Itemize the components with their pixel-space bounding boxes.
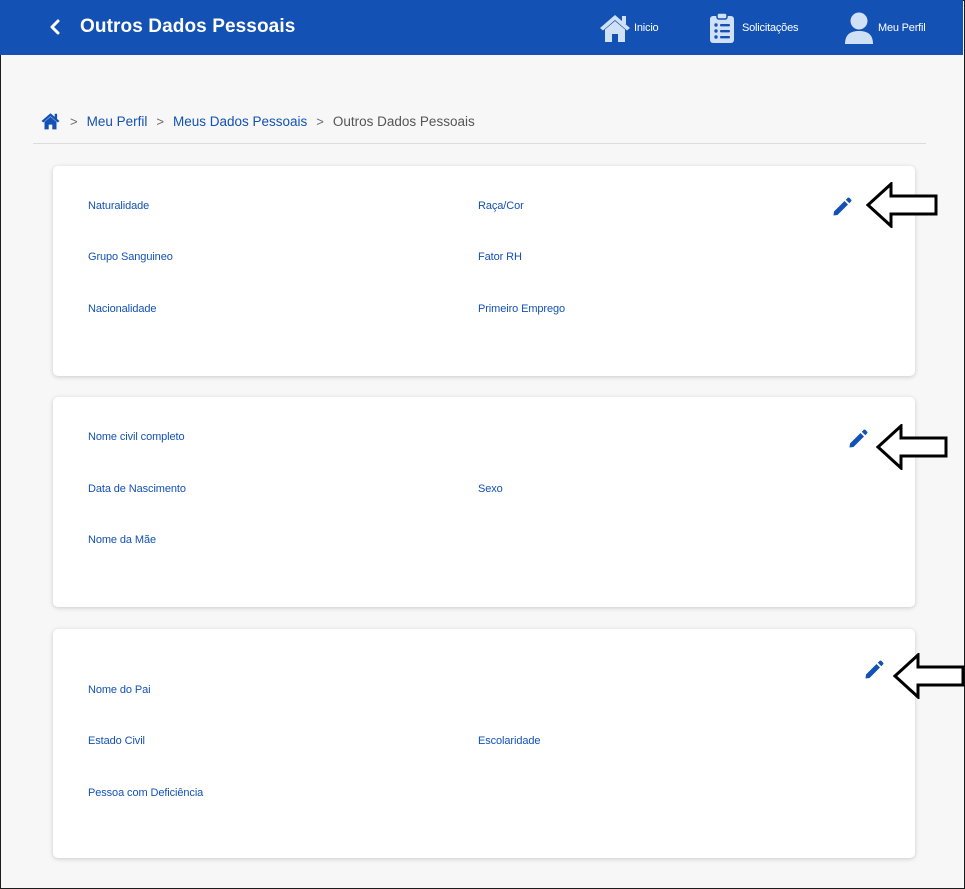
arrow-left-outline-icon: [893, 653, 965, 699]
breadcrumb-divider: [33, 143, 926, 144]
nav-requests[interactable]: Solicitações: [708, 8, 798, 48]
edit-button[interactable]: [863, 659, 885, 681]
edit-button[interactable]: [847, 428, 869, 450]
nav-requests-label: Solicitações: [742, 22, 799, 34]
breadcrumb-link-meu-perfil[interactable]: Meu Perfil: [87, 114, 148, 129]
field-primeiro-emprego: Primeiro Emprego: [478, 303, 566, 315]
nav-home[interactable]: Inicio: [598, 8, 659, 48]
card-naturalidade: Naturalidade Raça/Cor Grupo Sanguineo Fa…: [53, 166, 915, 376]
nav-profile[interactable]: Meu Perfil: [843, 8, 926, 48]
user-icon: [845, 12, 873, 44]
card-nome-civil: Nome civil completo Data de Nascimento S…: [53, 397, 915, 607]
back-button[interactable]: [42, 14, 68, 40]
field-estado-civil: Estado Civil: [88, 735, 145, 747]
field-nacionalidade: Nacionalidade: [88, 303, 157, 315]
chevron-left-icon: [50, 19, 60, 35]
field-nome-mae: Nome da Mãe: [88, 534, 156, 546]
field-fator-rh: Fator RH: [478, 251, 522, 263]
nav-profile-label: Meu Perfil: [878, 22, 926, 34]
breadcrumb-home[interactable]: [40, 112, 61, 130]
field-data-nascimento: Data de Nascimento: [88, 483, 186, 495]
pencil-icon: [849, 429, 868, 448]
field-nome-civil-completo: Nome civil completo: [88, 431, 185, 443]
top-bar: Outros Dados Pessoais Inicio Solicitaçõe…: [0, 0, 963, 55]
field-grupo-sanguineo: Grupo Sanguineo: [88, 251, 173, 263]
field-escolaridade: Escolaridade: [478, 735, 541, 747]
field-naturalidade: Naturalidade: [88, 200, 150, 212]
breadcrumb-separator: >: [156, 113, 164, 129]
arrow-left-outline-icon: [876, 424, 948, 470]
breadcrumb-link-meus-dados-pessoais[interactable]: Meus Dados Pessoais: [173, 114, 307, 129]
field-sexo: Sexo: [478, 483, 503, 495]
breadcrumb-separator: >: [316, 113, 324, 129]
pencil-icon: [833, 197, 852, 216]
field-raca-cor: Raça/Cor: [478, 200, 524, 212]
home-icon: [600, 15, 630, 42]
edit-button[interactable]: [831, 196, 853, 218]
field-pessoa-deficiencia: Pessoa com Deficiência: [88, 787, 204, 799]
arrow-left-outline-icon: [866, 182, 938, 228]
field-nome-pai: Nome do Pai: [88, 684, 151, 696]
clipboard-list-icon: [710, 12, 734, 43]
breadcrumb-separator: >: [70, 113, 78, 129]
breadcrumb: > Meu Perfil > Meus Dados Pessoais > Out…: [40, 110, 475, 132]
nav-home-label: Inicio: [634, 22, 659, 34]
card-nome-pai: Nome do Pai Estado Civil Escolaridade Pe…: [53, 629, 915, 858]
pencil-icon: [865, 660, 884, 679]
home-icon: [41, 113, 60, 130]
breadcrumb-current: Outros Dados Pessoais: [332, 113, 475, 129]
page-title: Outros Dados Pessoais: [80, 16, 296, 37]
